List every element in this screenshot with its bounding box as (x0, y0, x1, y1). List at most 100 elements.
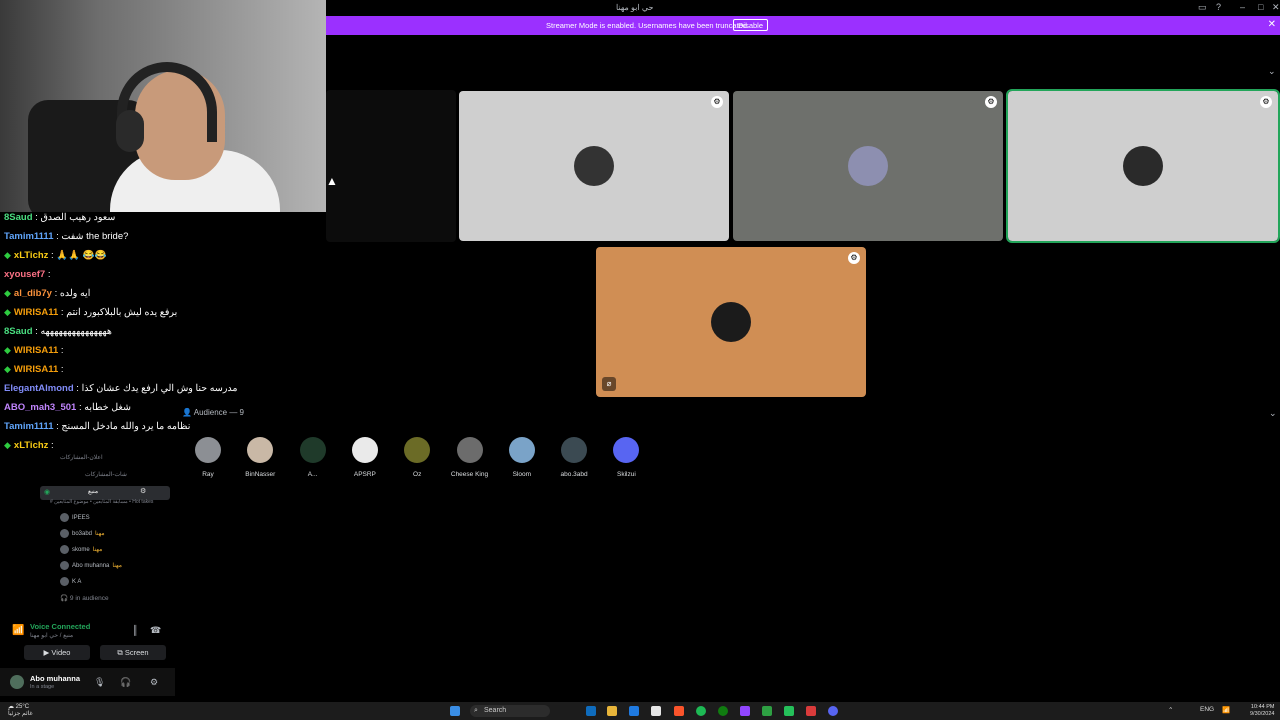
speaker-tile[interactable]: ⚙ ⌀ (596, 247, 866, 397)
chat-message: Tamim1111 : شفت the bride? (4, 231, 128, 242)
audience-member[interactable]: Skilzui (600, 437, 652, 478)
audience-member[interactable]: Cheese King (444, 437, 496, 478)
audience-member[interactable]: APSRP (339, 437, 391, 478)
file-explorer-icon[interactable] (607, 706, 617, 716)
collapse-chevron-icon[interactable]: ⌄ (1269, 408, 1277, 419)
chat-username: WIRISA11 (13, 307, 59, 318)
chat-separator: : (58, 364, 64, 375)
chat-message: ◆ WIRISA11 : (4, 364, 64, 375)
screen-button[interactable]: ⧉ Screen (100, 645, 166, 660)
audience-member[interactable]: BinNasser (234, 437, 286, 478)
stage-icon: ◉ (44, 489, 51, 496)
store-icon[interactable] (651, 706, 661, 716)
muted-mic-icon: ⌀ (602, 377, 616, 391)
member-name: K A (72, 579, 82, 586)
avatar (711, 302, 751, 342)
app-icon[interactable] (762, 706, 772, 716)
audience-name: BinNasser (245, 471, 276, 478)
chat-text: سعود رهيب الصدق (40, 212, 116, 223)
stage-member[interactable]: Abo muhanna مهنا (60, 561, 122, 570)
settings-icon[interactable]: ⚙ (140, 487, 146, 495)
discord-icon[interactable] (828, 706, 838, 716)
help-icon[interactable]: ? (1216, 2, 1221, 12)
weather-icon: ☁ (8, 704, 14, 710)
spotify-icon[interactable] (696, 706, 706, 716)
avatar (1123, 146, 1163, 186)
search-icon: ⌕ (474, 707, 478, 714)
windows-taskbar: ☁ 25°C غائم جزئياً ⌕ Search ⌃ ENG 📶 10:4… (0, 702, 1280, 720)
edge-icon[interactable] (586, 706, 596, 716)
avatar (561, 437, 588, 463)
chat-username: WIRISA11 (13, 345, 59, 356)
audience-member[interactable]: abo.3abd (548, 437, 600, 478)
close-button[interactable]: ✕ (1272, 2, 1280, 13)
chat-text: مدرسه حنا وش الي ارفع يدك عشان كذا (81, 383, 238, 394)
user-status: In a stage (30, 684, 55, 690)
window-title: حي ابو مهنا (616, 3, 654, 12)
headphone-earcup (116, 110, 144, 152)
chevron-down-icon[interactable]: ⌄ (1268, 66, 1276, 77)
disable-streamer-mode-button[interactable]: Disable (733, 19, 769, 31)
video-button[interactable]: ▶ Video (24, 645, 90, 660)
stage-channel-row[interactable]: ◉ منبع ⚙ (40, 486, 170, 500)
empty-stage-tile (326, 90, 456, 242)
mouse-cursor-icon: ▲ (326, 174, 338, 188)
inbox-icon[interactable]: ▭ (1198, 2, 1207, 13)
noise-icon[interactable]: ║ (132, 625, 138, 635)
audience-member[interactable]: Sloom (496, 437, 548, 478)
chat-username: xyousef7 (4, 269, 46, 280)
voice-channel[interactable]: منبع / حي ابو مهنا (30, 632, 73, 639)
twitch-icon[interactable] (740, 706, 750, 716)
minimize-button[interactable]: – (1240, 2, 1245, 12)
audience-name: Ray (202, 471, 214, 478)
headphones-icon: 🎧 (60, 595, 70, 602)
game-icon[interactable] (784, 706, 794, 716)
stage-member[interactable]: IPEES (60, 513, 93, 522)
maximize-button[interactable]: □ (1258, 2, 1263, 12)
avatar (508, 437, 535, 463)
headset-icon[interactable]: 🎧 (120, 677, 131, 688)
chat-separator: : (73, 383, 82, 394)
xbox-icon[interactable] (718, 706, 728, 716)
stage-member[interactable]: K A (60, 577, 84, 586)
weather-widget[interactable]: ☁ 25°C غائم جزئياً (8, 704, 33, 718)
outlook-icon[interactable] (629, 706, 639, 716)
settings-app-icon[interactable] (806, 706, 816, 716)
chat-text: شفت the bride? (61, 231, 129, 242)
brave-icon[interactable] (674, 706, 684, 716)
channel-row[interactable]: شات-المشاركات (85, 471, 127, 478)
taskbar-search[interactable]: ⌕ Search (470, 705, 550, 717)
moderator-icon: ⚙ (1260, 96, 1272, 108)
tray-chevron-icon[interactable]: ⌃ (1168, 706, 1173, 714)
audience-member[interactable]: Ray (182, 437, 234, 478)
audience-name: abo.3abd (560, 471, 588, 478)
avatar (456, 437, 483, 463)
screen: حي ابو مهنا ▭ ? – □ ✕ Streamer Mode is e… (0, 0, 1280, 720)
clock[interactable]: 10:44 PM 9/30/2024 (1250, 704, 1274, 718)
member-badge: مهنا (92, 547, 103, 554)
avatar (60, 529, 69, 538)
chat-username: xLTichz (13, 440, 49, 451)
channel-row[interactable]: اعلان-المشاركات (60, 454, 103, 461)
subscriber-badge-icon: ◆ (4, 250, 11, 260)
audience-member[interactable]: A... (287, 437, 339, 478)
banner-close-icon[interactable]: ✕ (1268, 19, 1276, 30)
user-settings-icon[interactable]: ⚙ (150, 677, 158, 688)
avatar[interactable] (10, 675, 24, 689)
audience-member[interactable]: Oz (391, 437, 443, 478)
language-indicator[interactable]: ENG (1200, 706, 1214, 713)
webcam-overlay (0, 0, 326, 212)
banner-message: Streamer Mode is enabled. Usernames have… (546, 21, 750, 30)
wifi-icon[interactable]: 📶 (1222, 706, 1230, 714)
subscriber-badge-icon: ◆ (4, 364, 11, 374)
speaker-tile[interactable]: ⚙ (733, 91, 1003, 241)
stage-member[interactable]: bo3abd مهنا (60, 529, 105, 538)
disconnect-icon[interactable]: ☎ (150, 625, 161, 636)
stage-member[interactable]: skome مهنا (60, 545, 102, 554)
window-titlebar: حي ابو مهنا ▭ ? – □ ✕ (326, 0, 1280, 16)
start-icon[interactable] (450, 706, 460, 716)
microphone-icon[interactable]: 🎙 (94, 677, 105, 688)
speaker-tile[interactable]: ⚙ (459, 91, 729, 241)
audience-name: Sloom (512, 471, 532, 478)
speaker-tile[interactable]: ⚙ (1006, 89, 1280, 243)
